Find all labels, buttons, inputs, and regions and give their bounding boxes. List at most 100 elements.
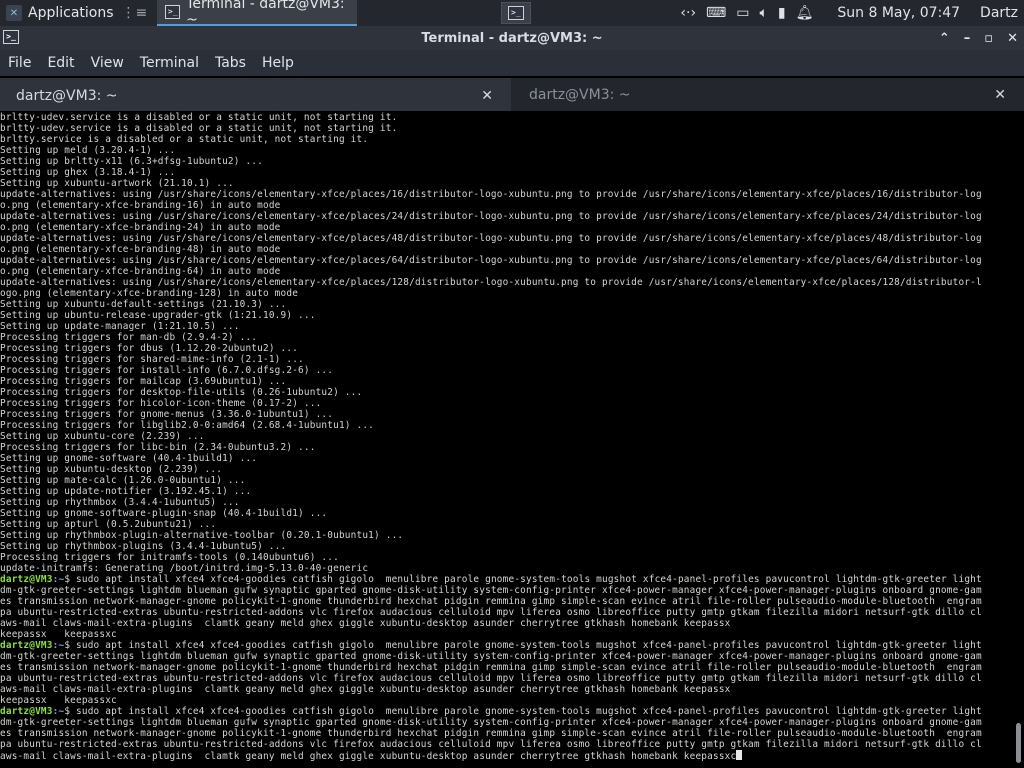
terminal-line: update-alternatives: using /usr/share/ic… bbox=[0, 233, 982, 244]
terminal-line: Processing triggers for install-info (6.… bbox=[0, 365, 334, 376]
window-terminal-icon[interactable]: >_ bbox=[3, 30, 19, 44]
terminal-line: es transmission network-manager-gnome po… bbox=[0, 596, 982, 607]
terminal-line: pa ubuntu-restricted-extras ubuntu-restr… bbox=[0, 739, 982, 750]
shade-button[interactable]: ⌃ bbox=[939, 31, 950, 46]
clock[interactable]: Sun 8 May, 07:47 bbox=[837, 5, 960, 21]
prompt-path: :~ bbox=[52, 574, 65, 585]
prompt-command: $ sudo apt install xfce4 xfce4-goodies c… bbox=[64, 640, 982, 651]
prompt-path: :~ bbox=[52, 640, 65, 651]
terminal-launcher-button[interactable]: >_ bbox=[500, 2, 531, 24]
terminal-line: brltty-udev.service is a disabled or a s… bbox=[0, 123, 398, 134]
menu-file[interactable]: File bbox=[0, 55, 39, 71]
taskbar-terminal-button[interactable]: >_ Terminal - dartz@VM3: ~ bbox=[157, 0, 358, 28]
prompt-path: :~ bbox=[52, 706, 65, 717]
terminal-line: Setting up update-notifier (3.192.45.1) … bbox=[0, 486, 252, 497]
terminal-line: Setting up meld (3.20.4-1) ... bbox=[0, 145, 176, 156]
terminal-line: Processing triggers for initramfs-tools … bbox=[0, 552, 339, 563]
display-icon[interactable]: ▭ bbox=[736, 5, 749, 21]
menu-edit[interactable]: Edit bbox=[39, 55, 82, 71]
terminal-line: Setting up gnome-software-plugin-snap (4… bbox=[0, 508, 328, 519]
terminal-line: Setting up brltty-x11 (6.3+dfsg-1ubuntu2… bbox=[0, 156, 263, 167]
prompt-line: dartz@VM3:~$ sudo apt install xfce4 xfce… bbox=[0, 640, 1012, 651]
terminal-line: pa ubuntu-restricted-extras ubuntu-restr… bbox=[0, 673, 982, 684]
terminal-line: aws-mail claws-mail-extra-plugins clamtk… bbox=[0, 618, 731, 629]
terminal-line: update-alternatives: using /usr/share/ic… bbox=[0, 277, 982, 288]
prompt-user: dartz@VM3 bbox=[0, 640, 53, 651]
maximize-button[interactable]: ▫ bbox=[984, 31, 993, 46]
keyboard-icon[interactable]: ⌨ bbox=[706, 5, 726, 21]
terminal-line: Processing triggers for man-db (2.9.4-2)… bbox=[0, 332, 258, 343]
terminal-line: update-alternatives: using /usr/share/ic… bbox=[0, 211, 982, 222]
menu-tabs[interactable]: Tabs bbox=[207, 55, 254, 71]
taskbar-terminal-label: Terminal - dartz@VM3: ~ bbox=[186, 0, 345, 28]
terminal-line: o.png (elementary-xfce-branding-64) in a… bbox=[0, 266, 281, 277]
tab-2-close-icon[interactable]: ✕ bbox=[994, 87, 1006, 103]
terminal-line: es transmission network-manager-gnome po… bbox=[0, 662, 982, 673]
terminal-line: keepassx keepassxc bbox=[0, 695, 117, 706]
terminal-icon: >_ bbox=[165, 5, 181, 19]
prompt-user: dartz@VM3 bbox=[0, 706, 53, 717]
prompt-line: dartz@VM3:~$ sudo apt install xfce4 xfce… bbox=[0, 574, 1012, 585]
prompt-command: $ sudo apt install xfce4 xfce4-goodies c… bbox=[64, 574, 982, 585]
minimize-button[interactable]: – bbox=[964, 31, 971, 46]
terminal-line: Processing triggers for hicolor-icon-the… bbox=[0, 398, 322, 409]
terminal-line: Setting up apturl (0.5.2ubuntu21) ... bbox=[0, 519, 217, 530]
terminal-line: Processing triggers for libc-bin (2.34-0… bbox=[0, 442, 316, 453]
terminal-line: o.png (elementary-xfce-branding-16) in a… bbox=[0, 200, 281, 211]
menu-view[interactable]: View bbox=[83, 55, 132, 71]
terminal-cursor bbox=[736, 750, 743, 760]
tab-2-label: dartz@VM3: ~ bbox=[529, 86, 631, 103]
terminal-line: update-alternatives: using /usr/share/ic… bbox=[0, 255, 982, 266]
terminal-line: Processing triggers for mailcap (3.69ubu… bbox=[0, 376, 287, 387]
prompt-command: $ sudo apt install xfce4 xfce4-goodies c… bbox=[64, 706, 982, 717]
window-buttons-icon[interactable]: ⋮≡ bbox=[122, 5, 148, 21]
terminal-line: Setting up mate-calc (1.26.0-0ubuntu1) .… bbox=[0, 475, 246, 486]
terminal-line: es transmission network-manager-gnome po… bbox=[0, 728, 982, 739]
menu-bar: File Edit View Terminal Tabs Help bbox=[0, 50, 1024, 76]
prompt-line: dartz@VM3:~$ sudo apt install xfce4 xfce… bbox=[0, 706, 1012, 717]
terminal-scrollbar[interactable] bbox=[1012, 111, 1024, 768]
tab-1[interactable]: dartz@VM3: ~ ✕ bbox=[0, 78, 511, 111]
terminal-line: Setting up ghex (3.18.4-1) ... bbox=[0, 167, 176, 178]
terminal-line: Setting up update-manager (1:21.10.5) ..… bbox=[0, 321, 240, 332]
menu-help[interactable]: Help bbox=[254, 55, 302, 71]
volume-icon[interactable]: 🔈︎ bbox=[760, 5, 768, 21]
terminal-line: o.png (elementary-xfce-branding-48) in a… bbox=[0, 244, 281, 255]
tab-2[interactable]: dartz@VM3: ~ ✕ bbox=[513, 78, 1024, 111]
xubuntu-logo-icon: ✕ bbox=[6, 5, 22, 21]
window-title: Terminal - dartz@VM3: ~ bbox=[421, 30, 603, 46]
terminal-line: Setting up gnome-software (40.4-1build1)… bbox=[0, 453, 258, 464]
network-icon[interactable]: ‹·› bbox=[680, 5, 696, 21]
terminal-line: dm-gtk-greeter-settings lightdm blueman … bbox=[0, 585, 982, 596]
terminal-output[interactable]: brltty-udev.service is a disabled or a s… bbox=[0, 111, 1012, 768]
terminal-line: ogo.png (elementary-xfce-branding-128) i… bbox=[0, 288, 299, 299]
terminal-line: Processing triggers for dbus (1.12.20-2u… bbox=[0, 343, 299, 354]
terminal-line: keepassx keepassxc bbox=[0, 629, 117, 640]
tab-1-label: dartz@VM3: ~ bbox=[16, 87, 118, 104]
terminal-line: update-alternatives: using /usr/share/ic… bbox=[0, 189, 982, 200]
terminal-line: aws-mail claws-mail-extra-plugins clamtk… bbox=[0, 750, 1012, 761]
scrollbar-thumb[interactable] bbox=[1016, 723, 1021, 763]
terminal-line: Processing triggers for shared-mime-info… bbox=[0, 354, 304, 365]
battery-icon[interactable]: ▮ bbox=[778, 5, 786, 21]
applications-menu[interactable]: ✕ Applications ⋮≡ bbox=[0, 0, 155, 26]
user-menu[interactable]: Dartz bbox=[980, 5, 1018, 21]
terminal-line: Setting up xubuntu-artwork (21.10.1) ... bbox=[0, 178, 234, 189]
terminal-line: Setting up rhythmbox (3.4.4-1ubuntu5) ..… bbox=[0, 497, 240, 508]
menu-terminal[interactable]: Terminal bbox=[132, 55, 207, 71]
notification-bell-icon[interactable]: 🔔︎ bbox=[796, 5, 814, 21]
terminal-line: brltty-udev.service is a disabled or a s… bbox=[0, 112, 398, 123]
tab-1-close-icon[interactable]: ✕ bbox=[481, 88, 493, 104]
terminal-launcher-icon: >_ bbox=[507, 6, 524, 20]
terminal-line: Setting up xubuntu-core (2.239) ... bbox=[0, 431, 205, 442]
terminal-line: dm-gtk-greeter-settings lightdm blueman … bbox=[0, 717, 982, 728]
terminal-line: Setting up rhythmbox-plugin-alternative-… bbox=[0, 530, 404, 541]
close-button[interactable]: ✕ bbox=[1007, 31, 1018, 46]
terminal-line: Setting up xubuntu-desktop (2.239) ... bbox=[0, 464, 223, 475]
terminal-line: aws-mail claws-mail-extra-plugins clamtk… bbox=[0, 684, 731, 695]
window-titlebar[interactable]: >_ Terminal - dartz@VM3: ~ ⌃ – ▫ ✕ bbox=[0, 26, 1024, 50]
prompt-user: dartz@VM3 bbox=[0, 574, 53, 585]
terminal-line: Processing triggers for desktop-file-uti… bbox=[0, 387, 363, 398]
applications-label: Applications bbox=[28, 5, 114, 21]
tab-bar: dartz@VM3: ~ ✕ dartz@VM3: ~ ✕ bbox=[0, 78, 1024, 111]
